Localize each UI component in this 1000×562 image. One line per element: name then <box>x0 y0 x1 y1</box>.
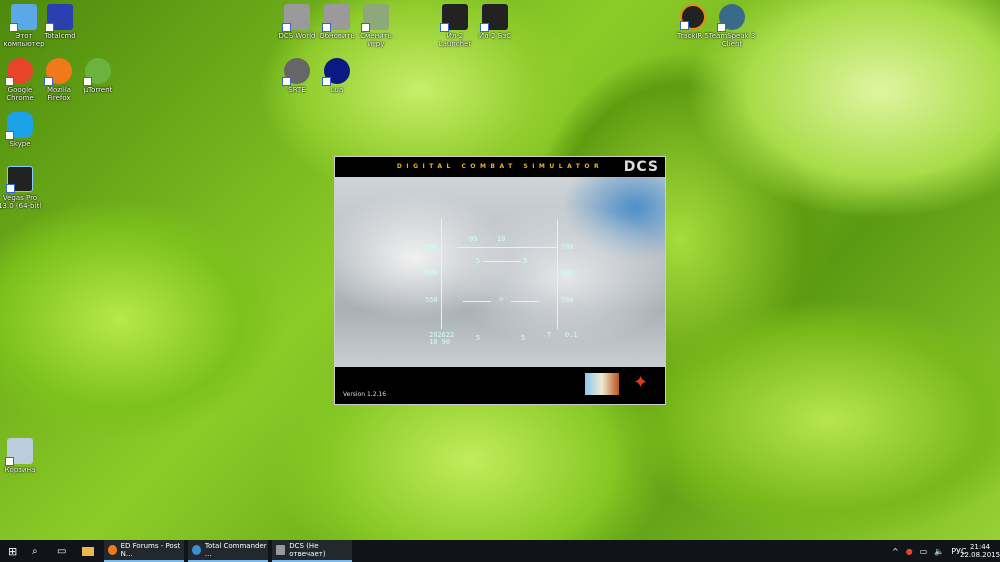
volume-icon[interactable]: 🔈 <box>934 547 944 556</box>
task-view-icon: ▭ <box>57 545 67 557</box>
eagle-dynamics-logo: ✦ <box>633 372 649 393</box>
dcs-logo: DCS <box>623 159 659 175</box>
trackir-icon <box>680 4 706 30</box>
desktop-icon-skype[interactable]: Skype <box>0 112 44 148</box>
dcs-icon <box>322 4 350 32</box>
version-label: Version 1.2.16 <box>343 391 387 398</box>
desktop-icon-il2-bos[interactable]: Ил-2 БзС <box>471 4 519 40</box>
firefox-icon <box>44 58 72 86</box>
file-explorer-button[interactable] <box>82 540 94 562</box>
dcs-icon <box>276 545 286 555</box>
chrome-icon <box>5 58 33 86</box>
dcs-icon <box>361 4 389 32</box>
desktop-icon-change-game[interactable]: Сменить игру <box>352 4 400 48</box>
teamspeak-icon <box>717 4 745 32</box>
il2-icon <box>440 4 468 32</box>
lua-icon <box>322 58 350 86</box>
sphere-icon <box>282 58 310 86</box>
desktop-icon-teamspeak[interactable]: TeamSpeak 3 Client <box>708 4 756 48</box>
task-ed-forums[interactable]: ED Forums - Post N... <box>104 540 184 562</box>
hud-pitch-ladder <box>483 261 521 262</box>
il2-icon <box>480 4 508 32</box>
recycle-bin-icon <box>5 438 33 466</box>
film-icon <box>6 166 33 193</box>
search-icon: ⌕ <box>32 545 38 557</box>
clock-date: 22.08.2015 <box>960 551 1000 559</box>
splash-header: DIGITAL COMBAT SIMULATOR DCS <box>396 159 659 175</box>
splash-footer: Version 1.2.16 ✦ <box>335 367 665 404</box>
clock[interactable]: 21:44 22.08.2015 <box>960 543 1000 559</box>
task-dcs[interactable]: DCS (Не отвечает) <box>272 540 352 562</box>
task-view-button[interactable]: ▭ <box>57 540 66 562</box>
desktop-icon-recycle-bin[interactable]: Корзина <box>0 438 44 474</box>
fighter-collection-logo <box>585 373 619 395</box>
search-button[interactable]: ⌕ <box>32 540 38 562</box>
start-button[interactable]: ⊞ <box>8 540 17 562</box>
hud-horizon-left <box>463 301 491 302</box>
dcs-splash-window[interactable]: DIGITAL COMBAT SIMULATOR DCS 09 10 650 60… <box>334 156 666 405</box>
desktop-icon-utorrent[interactable]: µTorrent <box>74 58 122 94</box>
clock-time: 21:44 <box>969 543 991 551</box>
desktop-icon-vegas[interactable]: Vegas Pro 13.0 (64-bit) <box>0 166 44 210</box>
computer-icon <box>9 4 37 32</box>
windows-icon: ⊞ <box>8 544 18 558</box>
desktop-icon-lua[interactable]: Lua <box>313 58 361 94</box>
hud-altitude-scale <box>441 219 442 329</box>
taskbar: ⊞ ⌕ ▭ ED Forums - Post N... Total Comman… <box>0 540 1000 562</box>
folder-icon <box>82 546 94 556</box>
skype-icon <box>5 112 33 140</box>
hud-speed-scale <box>557 219 558 329</box>
total-commander-icon <box>192 545 201 555</box>
dcs-icon <box>282 4 310 32</box>
chevron-up-icon[interactable]: ^ <box>892 547 899 556</box>
utorrent-icon <box>83 58 111 86</box>
splash-image: 09 10 650 600 550 700 600 500 5 5 ◇ 2026… <box>335 177 665 367</box>
desktop-icon-totalcmd[interactable]: Totalcmd <box>36 4 84 40</box>
floppy-icon <box>45 4 73 32</box>
network-icon[interactable]: ▭ <box>920 547 928 556</box>
firefox-icon <box>108 545 117 555</box>
hud-horizon-right <box>511 301 539 302</box>
hud-flight-path-marker: ◇ <box>499 295 504 303</box>
task-total-commander[interactable]: Total Commander ... <box>188 540 268 562</box>
hud-heading-scale <box>457 247 557 248</box>
system-tray: ^ ● ▭ 🔈 РУС <box>892 540 967 562</box>
app-tray-icon[interactable]: ● <box>906 547 913 556</box>
